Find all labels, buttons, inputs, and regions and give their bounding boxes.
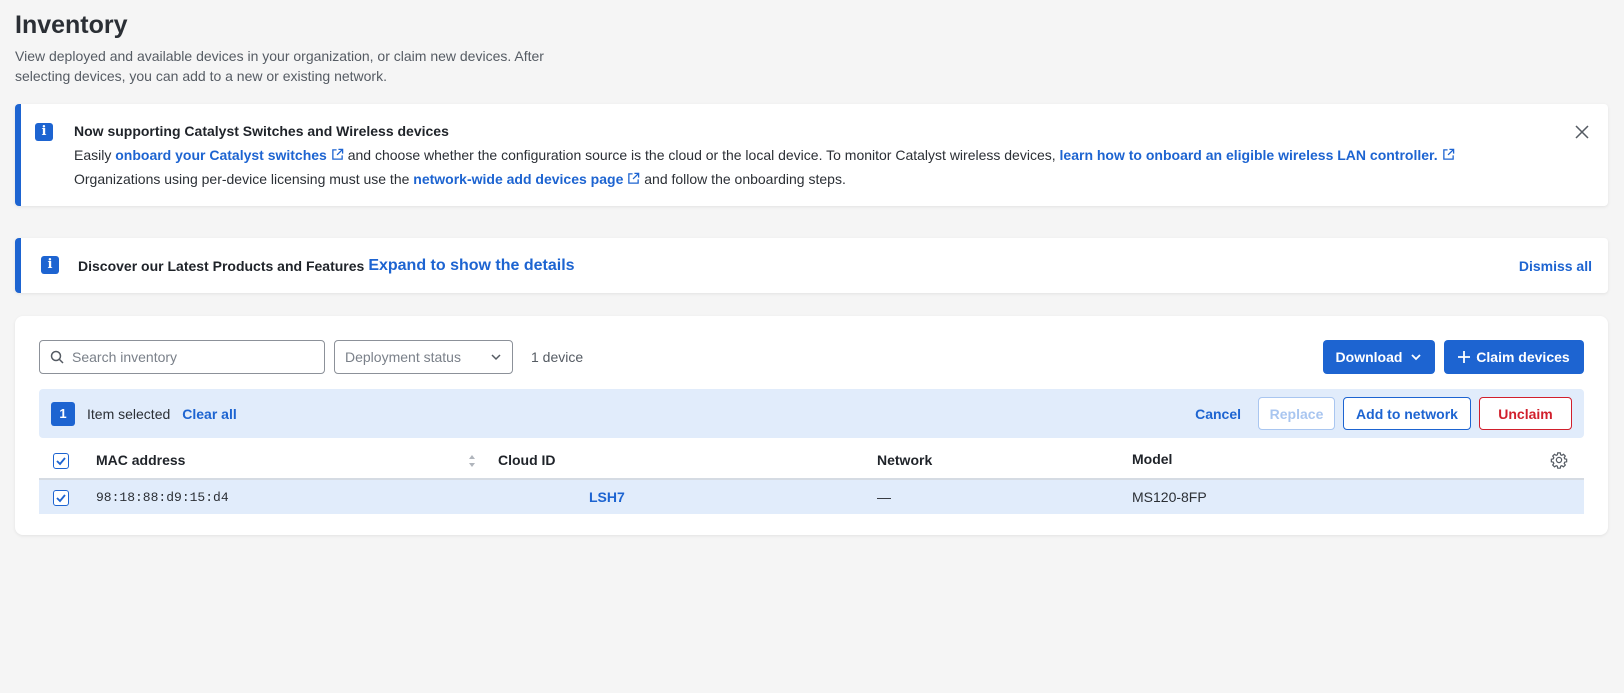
search-icon [50, 350, 64, 364]
claim-devices-label: Claim devices [1476, 349, 1570, 365]
deployment-status-value: Deployment status [345, 349, 461, 365]
select-all-checkbox[interactable] [53, 452, 69, 469]
external-link-icon [628, 172, 640, 184]
external-link-icon [1442, 148, 1454, 160]
chevron-down-icon [1411, 354, 1422, 361]
expand-details-link[interactable]: Expand to show the details [368, 257, 574, 275]
row-checkbox[interactable] [53, 489, 69, 506]
wireless-lan-controller-link[interactable]: learn how to onboard an eligible wireles… [1060, 147, 1455, 163]
catalyst-support-banner: i Now supporting Catalyst Switches and W… [15, 104, 1608, 206]
row-select-cell [39, 479, 96, 514]
column-header-model[interactable]: Model [1132, 442, 1584, 480]
selected-count-badge: 1 [51, 401, 75, 426]
mac-address-cell: 98:18:88:d9:15:d4 [96, 479, 498, 514]
plus-icon [1458, 351, 1471, 363]
replace-button[interactable]: Replace [1258, 397, 1335, 430]
cloud-id-link[interactable]: LSH7 [589, 489, 625, 505]
selected-text: Item selected [87, 405, 171, 422]
latest-products-banner: i Discover our Latest Products and Featu… [15, 238, 1608, 293]
selection-actions: Cancel Replace Add to network Unclaim [1195, 397, 1572, 430]
cancel-button[interactable]: Cancel [1195, 406, 1241, 422]
cloud-id-cell: LSH7 [498, 479, 877, 514]
selection-bar: 1 Item selected Clear all Cancel Replace… [39, 389, 1584, 438]
claim-devices-button[interactable]: Claim devices [1444, 340, 1584, 374]
download-label: Download [1335, 349, 1403, 365]
inventory-table: MAC address Cloud ID Network Model 98:18… [39, 442, 1584, 514]
network-cell: — [877, 479, 1132, 514]
model-cell: MS120-8FP [1132, 479, 1584, 514]
banner-text-segment: Easily [74, 147, 116, 163]
inventory-toolbar: Deployment status 1 device Download Clai… [39, 340, 1584, 374]
external-link-icon [332, 148, 344, 160]
clear-all-button[interactable]: Clear all [182, 406, 236, 422]
gear-icon[interactable] [1550, 451, 1568, 469]
select-all-cell [39, 442, 96, 480]
inventory-page: Inventory View deployed and available de… [0, 0, 1624, 535]
info-icon: i [41, 256, 59, 274]
table-header-row: MAC address Cloud ID Network Model [39, 442, 1584, 480]
onboard-catalyst-link[interactable]: onboard your Catalyst switches [115, 147, 344, 163]
sort-icon[interactable] [468, 454, 476, 468]
banner-text-segment: Organizations using per-device licensing… [74, 171, 414, 187]
banner-title: Now supporting Catalyst Switches and Wir… [74, 123, 449, 139]
banner-text-segment: and follow the onboarding steps. [640, 171, 846, 187]
column-header-cloud-id[interactable]: Cloud ID [498, 442, 877, 480]
search-box[interactable] [39, 340, 325, 374]
download-button[interactable]: Download [1323, 340, 1435, 374]
banner-text-segment: and choose whether the configuration sou… [343, 147, 1060, 163]
deployment-status-select[interactable]: Deployment status [334, 340, 513, 374]
dismiss-all-button[interactable]: Dismiss all [1519, 258, 1592, 274]
chevron-down-icon [491, 354, 501, 361]
banner-text: Easily onboard your Catalyst switches an… [74, 143, 1548, 191]
inventory-card: Deployment status 1 device Download Clai… [15, 316, 1608, 535]
add-to-network-button[interactable]: Add to network [1343, 397, 1471, 430]
page-description: View deployed and available devices in y… [15, 48, 544, 84]
column-label: Model [1132, 451, 1173, 467]
column-header-network[interactable]: Network [877, 442, 1132, 480]
page-title: Inventory [15, 11, 128, 39]
banner-title: Discover our Latest Products and Feature… [78, 257, 365, 274]
info-icon: i [35, 123, 53, 141]
device-count: 1 device [531, 349, 584, 365]
column-label: MAC address [96, 452, 186, 468]
search-input[interactable] [70, 348, 300, 366]
unclaim-button[interactable]: Unclaim [1479, 397, 1572, 430]
close-icon[interactable] [1574, 124, 1590, 140]
table-row[interactable]: 98:18:88:d9:15:d4 LSH7 — MS120-8FP [39, 479, 1584, 514]
column-header-mac[interactable]: MAC address [96, 442, 498, 480]
network-add-devices-link[interactable]: network-wide add devices page [413, 171, 640, 187]
